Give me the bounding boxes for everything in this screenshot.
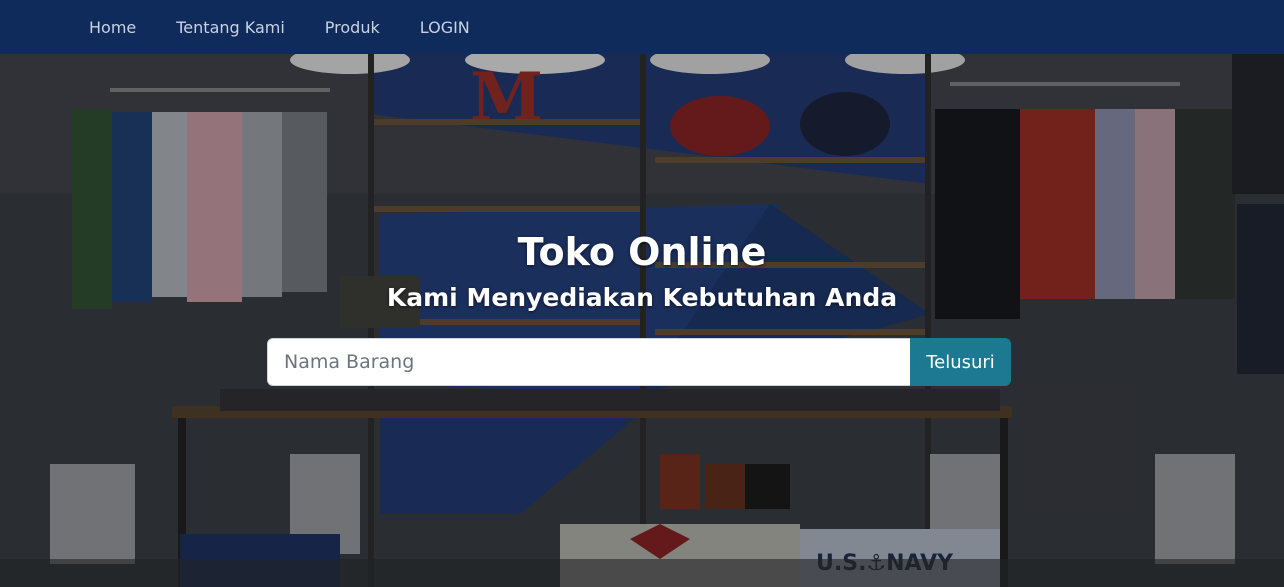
nav-home-link[interactable]: Home <box>69 18 156 37</box>
hero-section: M Toko Online Kami Menyediakan Kebutuhan… <box>0 54 1284 587</box>
search-button[interactable]: Telusuri <box>910 338 1011 386</box>
hero-dark-overlay <box>0 54 1284 587</box>
nav-products-link[interactable]: Produk <box>305 18 400 37</box>
hero-subtitle: Kami Menyediakan Kebutuhan Anda <box>386 283 898 312</box>
top-navbar: Home Tentang Kami Produk LOGIN <box>0 0 1284 54</box>
hero-title: Toko Online <box>517 230 767 274</box>
search-input[interactable] <box>267 338 910 386</box>
nav-about-link[interactable]: Tentang Kami <box>156 18 305 37</box>
nav-login-link[interactable]: LOGIN <box>400 18 490 37</box>
search-form: Telusuri <box>267 338 1011 386</box>
